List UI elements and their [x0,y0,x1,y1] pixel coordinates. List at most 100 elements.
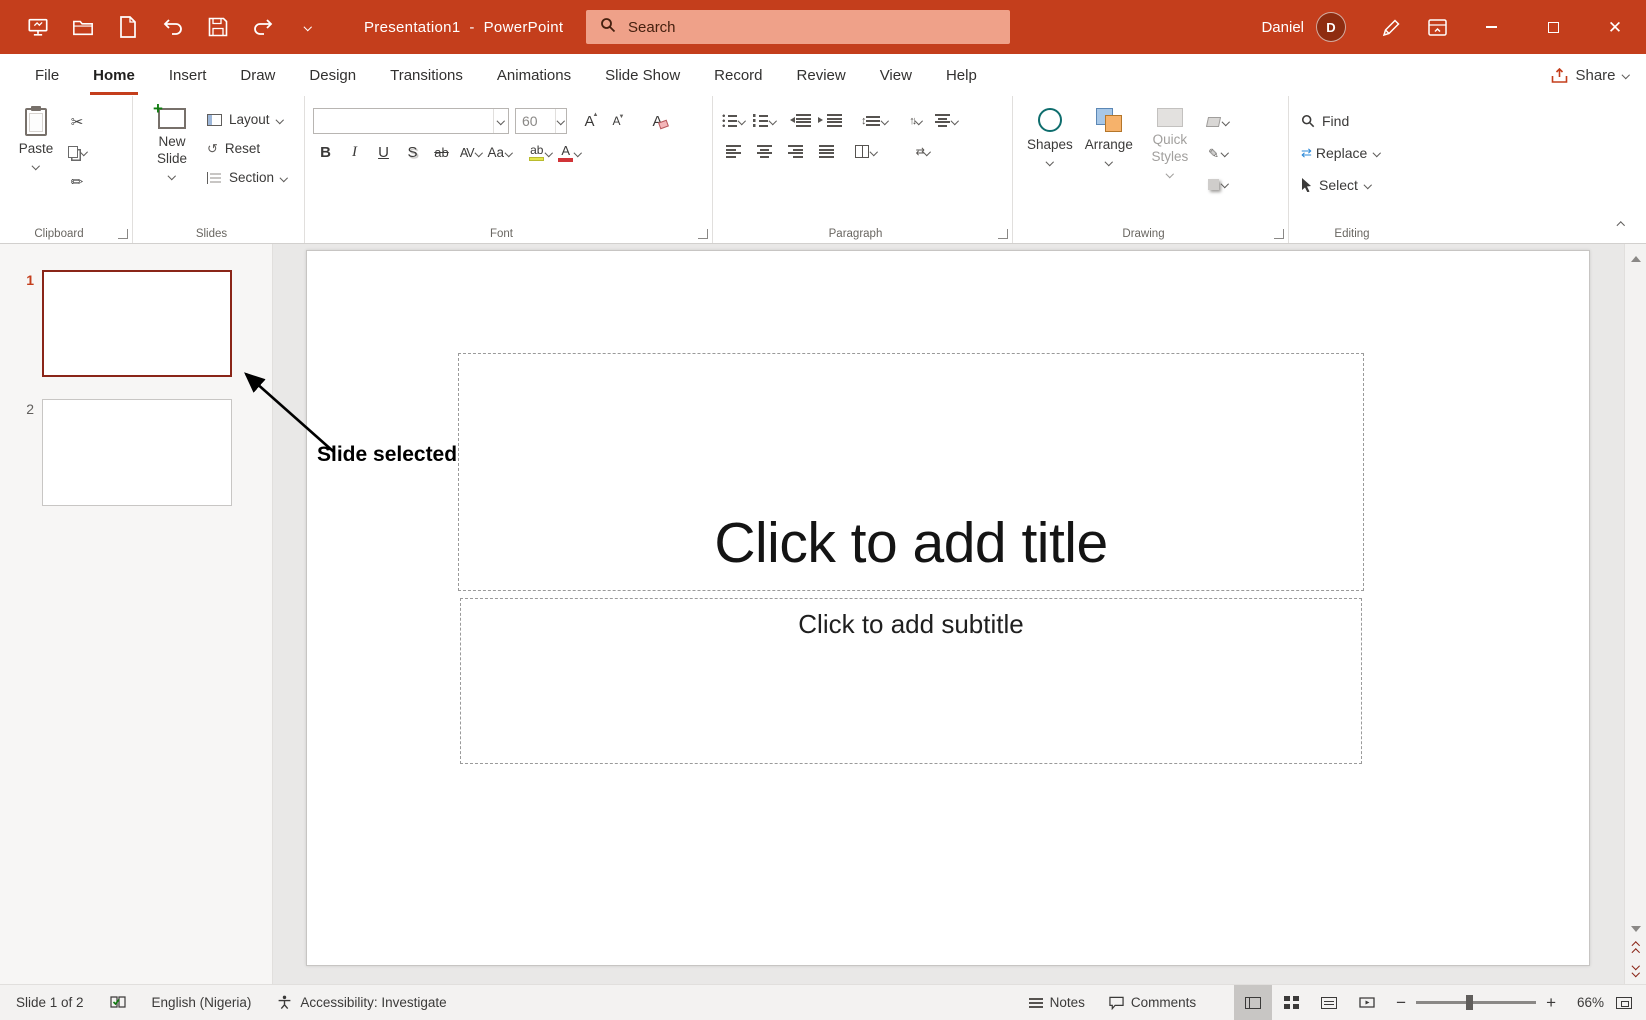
search-box[interactable]: Search [586,10,1010,44]
chevron-down-icon[interactable] [554,109,566,133]
shape-fill-button[interactable] [1205,110,1231,134]
tab-review[interactable]: Review [780,54,863,96]
chevron-down-icon[interactable] [493,109,508,133]
paste-button[interactable]: Paste [8,102,64,223]
text-shadow-button[interactable]: S [400,140,425,165]
shapes-button[interactable]: Shapes [1021,102,1079,223]
comments-button[interactable]: Comments [1097,985,1208,1020]
tab-animations[interactable]: Animations [480,54,588,96]
slide-thumbnail-1[interactable]: 1 [0,270,272,377]
tab-file[interactable]: File [18,54,76,96]
undo-icon[interactable] [161,15,185,39]
scroll-up-button[interactable] [1625,249,1646,269]
collapse-ribbon-button[interactable] [1610,217,1632,235]
quick-styles-button[interactable]: Quick Styles [1139,102,1201,223]
tab-record[interactable]: Record [697,54,779,96]
tab-slide-show[interactable]: Slide Show [588,54,697,96]
new-file-icon[interactable] [116,15,140,39]
italic-button[interactable]: I [342,140,367,165]
columns-button[interactable] [853,139,878,164]
replace-button[interactable]: ⇄ Replace [1297,138,1384,168]
change-case-button[interactable]: Aa [487,140,513,165]
share-button[interactable]: Share [1551,54,1630,96]
subtitle-placeholder[interactable]: Click to add subtitle [460,598,1362,764]
powerpoint-logo-icon[interactable] [26,15,50,39]
tab-draw[interactable]: Draw [223,54,292,96]
convert-to-smartart-button[interactable]: ⇄ [910,139,935,164]
fit-slide-to-window-button[interactable] [1616,996,1632,1009]
select-button[interactable]: Select [1297,170,1384,200]
reading-view-button[interactable] [1310,985,1348,1020]
font-name-input[interactable] [314,109,494,133]
font-size-input[interactable] [516,109,555,133]
spellcheck-button[interactable] [109,995,126,1010]
redo-icon[interactable] [251,15,275,39]
next-slide-button[interactable] [1625,959,1646,979]
increase-indent-button[interactable] [818,108,847,133]
font-color-button[interactable]: A [557,140,582,165]
text-direction-button[interactable]: ↑↓ [903,108,928,133]
notes-button[interactable]: Notes [1017,985,1097,1020]
drawing-dialog-launcher[interactable] [1274,229,1284,239]
line-spacing-button[interactable]: ↕ [861,108,889,133]
align-text-button[interactable] [934,108,959,133]
clipboard-dialog-launcher[interactable] [118,229,128,239]
tab-help[interactable]: Help [929,54,994,96]
minimize-button[interactable] [1460,0,1522,54]
slide-counter[interactable]: Slide 1 of 2 [16,995,84,1010]
cut-button[interactable]: ✂ [64,110,90,134]
zoom-slider[interactable] [1416,995,1537,1011]
tab-transitions[interactable]: Transitions [373,54,480,96]
reset-button[interactable]: ↺ Reset [203,135,291,162]
thumbnail-canvas[interactable] [42,399,232,506]
shape-effects-button[interactable] [1205,172,1231,196]
increase-font-size-button[interactable]: A [577,109,602,134]
shape-outline-button[interactable]: ✎ [1205,141,1231,165]
customize-quick-access-icon[interactable] [296,15,320,39]
slide-thumbnail-2[interactable]: 2 [0,399,272,506]
tab-design[interactable]: Design [292,54,373,96]
align-center-button[interactable] [752,139,777,164]
zoom-out-button[interactable]: − [1396,994,1406,1011]
font-name-combo[interactable] [313,108,509,134]
decrease-indent-button[interactable] [790,108,816,133]
vertical-scrollbar[interactable] [1624,244,1646,984]
decrease-font-size-button[interactable]: A [604,109,629,134]
clear-formatting-button[interactable]: A [645,109,670,134]
underline-button[interactable]: U [371,140,396,165]
font-size-combo[interactable] [515,108,567,134]
slide-canvas[interactable]: Click to add title Click to add subtitle [306,250,1590,966]
thumbnail-canvas[interactable] [42,270,232,377]
close-button[interactable]: ✕ [1584,0,1646,54]
layout-button[interactable]: Layout [203,106,291,133]
format-painter-button[interactable]: ✏ [64,170,90,194]
section-button[interactable]: Section [203,164,291,191]
arrange-button[interactable]: Arrange [1079,102,1139,223]
find-button[interactable]: Find [1297,106,1384,136]
open-file-icon[interactable] [71,15,95,39]
paragraph-dialog-launcher[interactable] [998,229,1008,239]
bullets-button[interactable] [721,108,746,133]
tab-home[interactable]: Home [76,54,152,96]
new-slide-button[interactable]: New Slide [141,99,203,223]
accessibility-button[interactable]: Accessibility: Investigate [277,995,447,1010]
bold-button[interactable]: B [313,140,338,165]
previous-slide-button[interactable] [1625,939,1646,959]
slide-show-button[interactable] [1348,985,1386,1020]
user-name[interactable]: Daniel [1261,19,1304,36]
scroll-down-button[interactable] [1625,919,1646,939]
zoom-level[interactable]: 66% [1566,995,1608,1010]
tab-view[interactable]: View [863,54,929,96]
zoom-slider-thumb[interactable] [1466,995,1474,1011]
strikethrough-button[interactable]: ab [429,140,454,165]
slide-sorter-view-button[interactable] [1272,985,1310,1020]
text-highlight-color-button[interactable]: ab [528,140,553,165]
align-right-button[interactable] [783,139,808,164]
align-left-button[interactable] [721,139,746,164]
tab-insert[interactable]: Insert [152,54,224,96]
avatar[interactable]: D [1316,12,1346,42]
copy-button[interactable] [64,140,90,164]
save-icon[interactable] [206,15,230,39]
normal-view-button[interactable] [1234,985,1273,1020]
character-spacing-button[interactable]: AV [458,140,483,165]
